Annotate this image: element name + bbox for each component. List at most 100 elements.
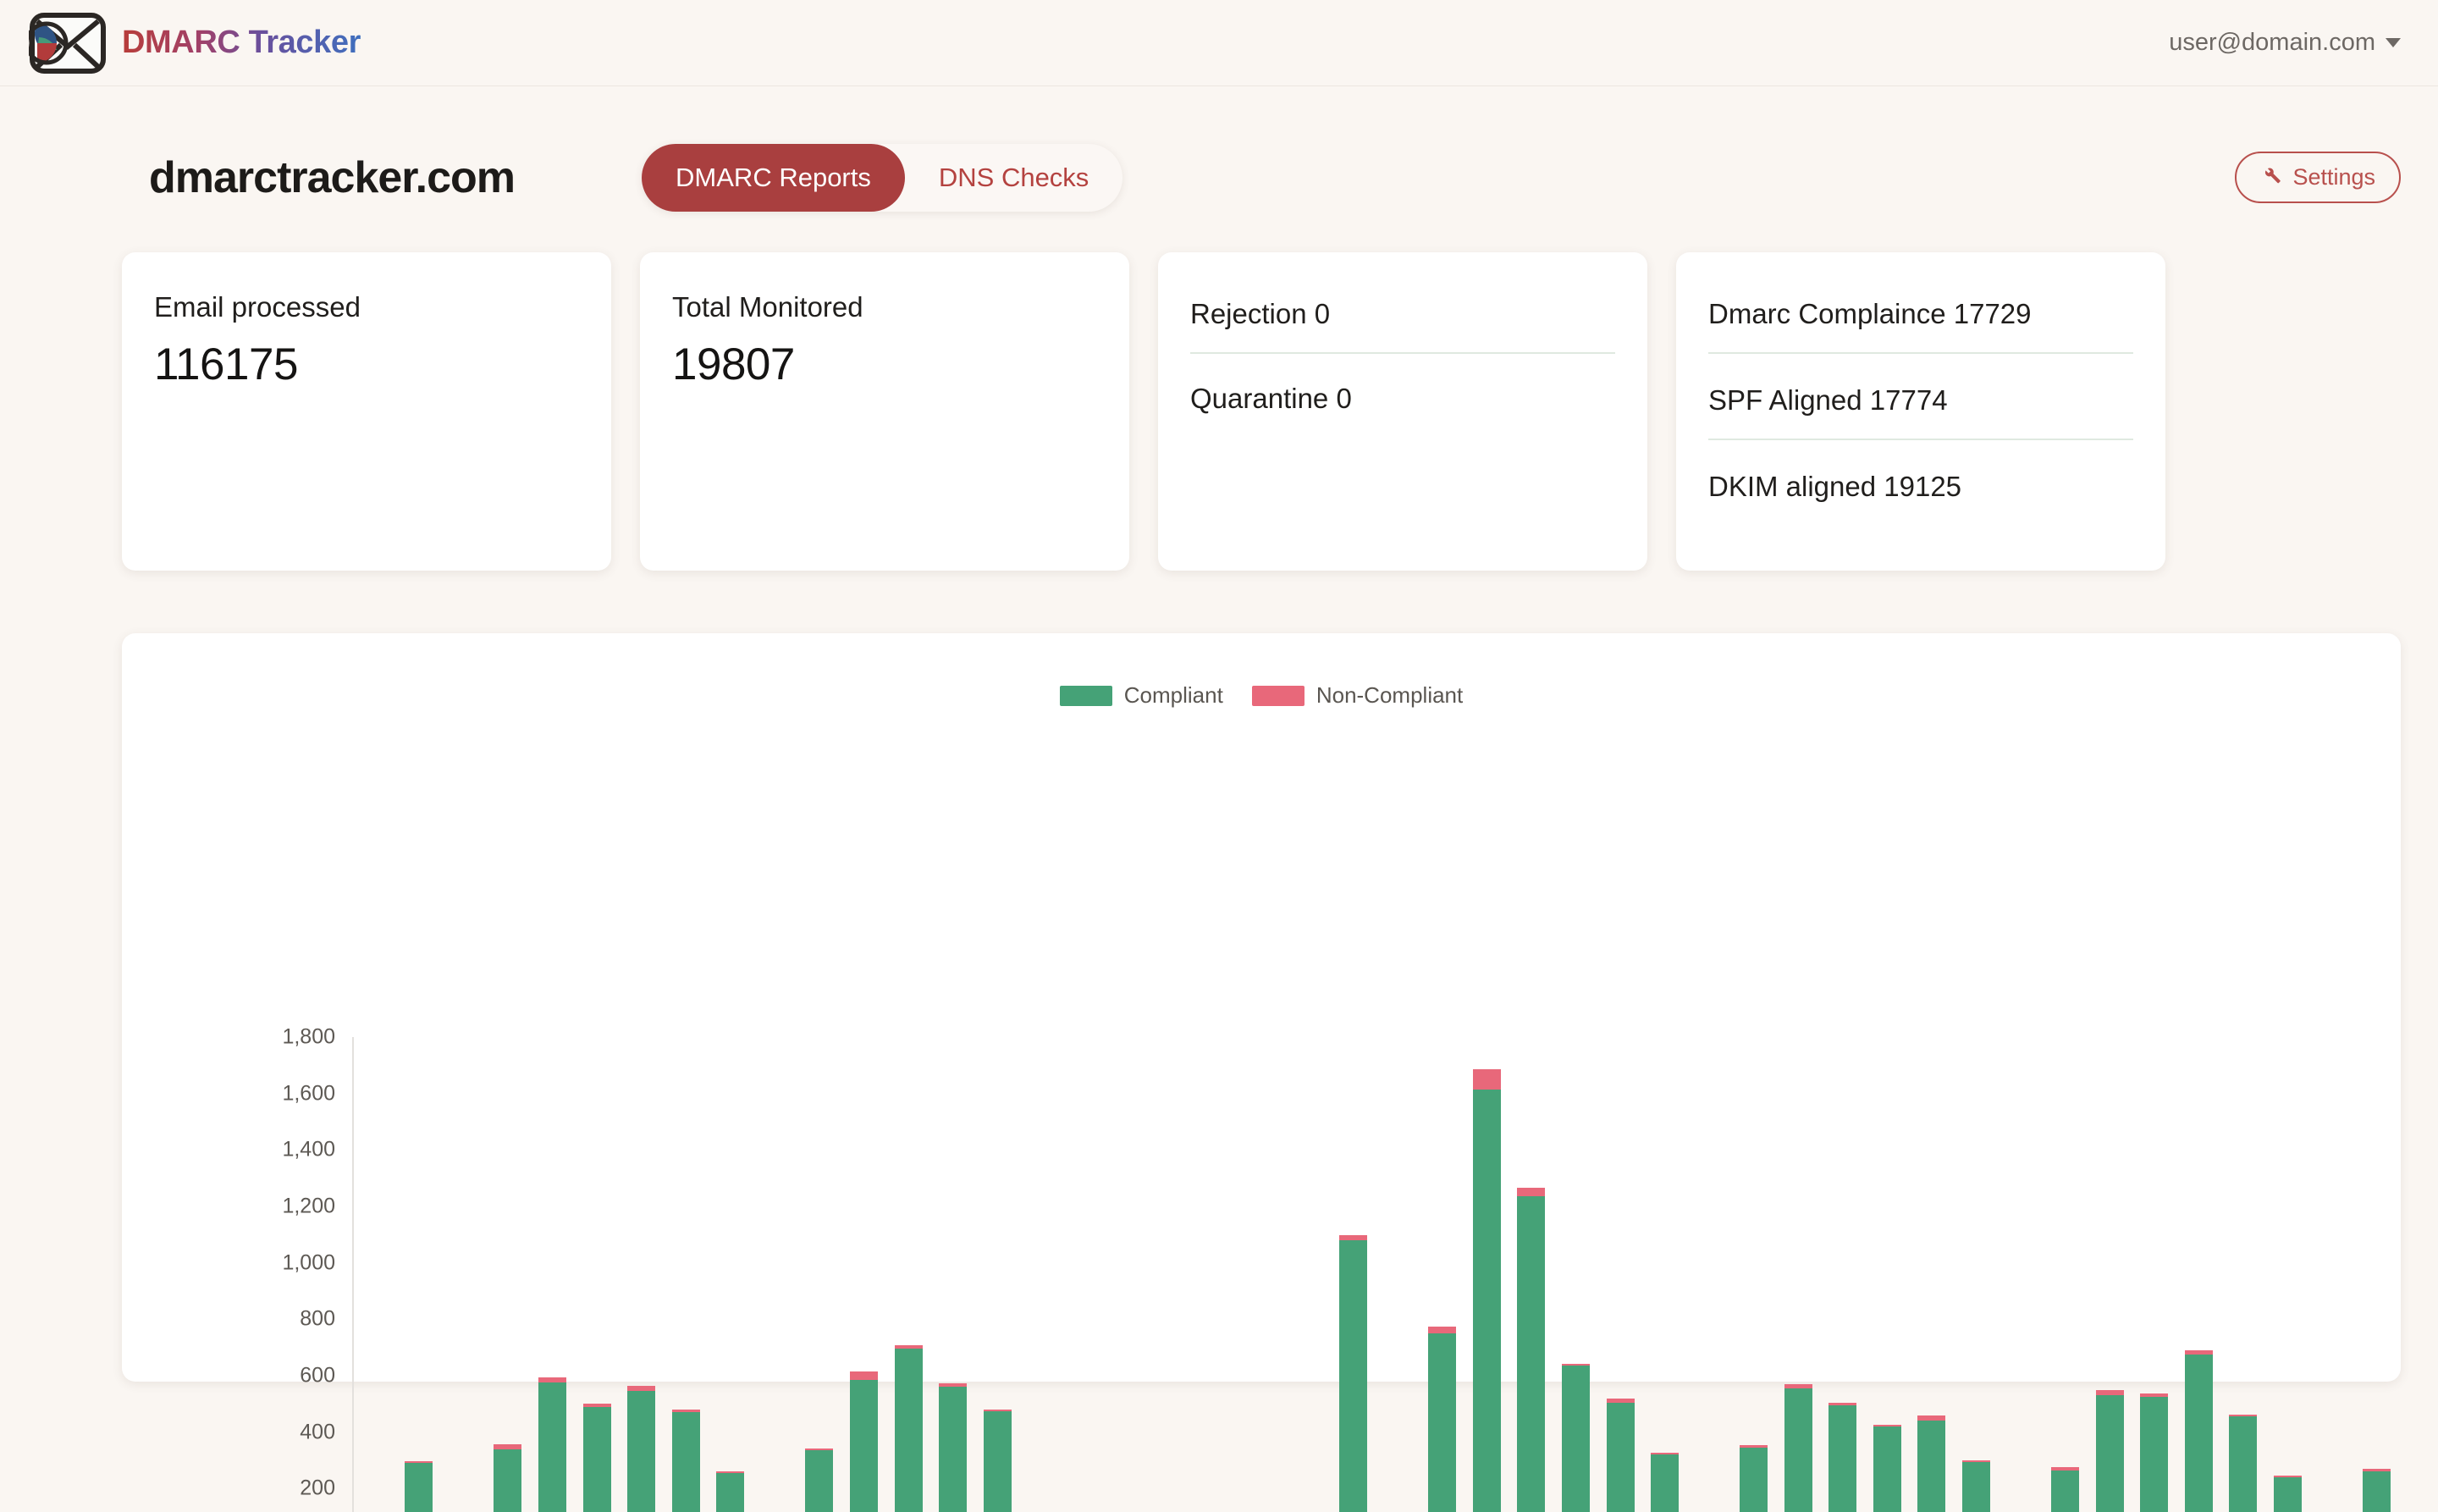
email-processed-label: Email processed — [154, 291, 361, 323]
bar-column[interactable] — [1687, 1037, 1732, 1512]
bar-stack — [627, 1386, 656, 1512]
bar-stack — [1828, 1402, 1857, 1512]
compliance-chart-panel: Compliant Non-Compliant 02004006008001,0… — [122, 633, 2401, 1512]
bar-column[interactable] — [2043, 1037, 2088, 1512]
bar-stack — [894, 1345, 923, 1512]
bar-segment-compliant — [983, 1410, 1012, 1512]
envelope-piechart-icon — [25, 12, 107, 74]
tab-dmarc-reports[interactable]: DMARC Reports — [642, 143, 905, 212]
bar-segment-compliant — [405, 1463, 433, 1512]
bar-column[interactable] — [1464, 1037, 1509, 1512]
bar-column[interactable] — [1019, 1037, 1064, 1512]
bar-column[interactable] — [1642, 1037, 1687, 1512]
bar-stack — [2273, 1476, 2302, 1512]
bar-column[interactable] — [1287, 1037, 1332, 1512]
bar-column[interactable] — [1509, 1037, 1554, 1512]
bar-column[interactable] — [930, 1037, 975, 1512]
bar-segment-compliant — [1917, 1421, 1946, 1512]
tab-dns-checks[interactable]: DNS Checks — [905, 144, 1122, 212]
brand[interactable]: DMARC Tracker — [25, 12, 361, 74]
policy-row-quarantine: Quarantine 0 — [1190, 383, 1352, 414]
bar-stack — [849, 1371, 878, 1512]
bar-segment-compliant — [1784, 1388, 1812, 1512]
bar-stack — [939, 1382, 968, 1512]
bar-column[interactable] — [1999, 1037, 2044, 1512]
bar-stack — [2363, 1469, 2391, 1512]
bar-column[interactable] — [1598, 1037, 1643, 1512]
bar-column[interactable] — [886, 1037, 931, 1512]
bar-column[interactable] — [1376, 1037, 1420, 1512]
stat-cards-row: Email processed 116175 Total Monitored 1… — [0, 222, 2438, 571]
bar-column[interactable] — [2310, 1037, 2355, 1512]
bar-column[interactable] — [486, 1037, 531, 1512]
brand-name: DMARC Tracker — [122, 25, 361, 60]
bar-column[interactable] — [797, 1037, 842, 1512]
bar-column[interactable] — [2132, 1037, 2177, 1512]
bar-column[interactable] — [2088, 1037, 2132, 1512]
policy-row-rejection: Rejection 0 — [1190, 298, 1615, 354]
user-menu[interactable]: user@domain.com — [2169, 29, 2401, 57]
bar-column[interactable] — [709, 1037, 753, 1512]
bar-column[interactable] — [1064, 1037, 1109, 1512]
bar-segment-compliant — [494, 1449, 522, 1512]
bar-stack — [2095, 1390, 2124, 1512]
y-tick-label: 1,400 — [282, 1137, 335, 1162]
bar-column[interactable] — [2265, 1037, 2310, 1512]
bar-stack — [2184, 1349, 2213, 1512]
bar-segment-compliant — [2363, 1471, 2391, 1512]
bar-column[interactable] — [1109, 1037, 1154, 1512]
bar-column[interactable] — [753, 1037, 797, 1512]
bar-segment-compliant — [1517, 1196, 1546, 1512]
bar-stack — [2229, 1415, 2258, 1512]
bar-column[interactable] — [1865, 1037, 1910, 1512]
bar-column[interactable] — [1731, 1037, 1776, 1512]
bar-column[interactable] — [1821, 1037, 1866, 1512]
bar-stack — [1740, 1445, 1768, 1512]
bar-column[interactable] — [352, 1037, 397, 1512]
bar-column[interactable] — [2176, 1037, 2221, 1512]
total-monitored-label: Total Monitored — [672, 291, 863, 323]
bar-column[interactable] — [575, 1037, 620, 1512]
bar-column[interactable] — [1420, 1037, 1465, 1512]
bar-column[interactable] — [1910, 1037, 1955, 1512]
bar-segment-non-compliant — [1472, 1069, 1501, 1090]
bar-segment-compliant — [939, 1387, 968, 1512]
bar-segment-compliant — [2273, 1477, 2302, 1512]
bar-stack — [2140, 1393, 2169, 1512]
y-tick-label: 1,600 — [282, 1081, 335, 1106]
bar-column[interactable] — [975, 1037, 1020, 1512]
bar-column[interactable] — [664, 1037, 709, 1512]
bar-segment-compliant — [1651, 1454, 1680, 1512]
bar-column[interactable] — [2221, 1037, 2266, 1512]
bar-stack — [1428, 1326, 1457, 1512]
bar-column[interactable] — [1198, 1037, 1243, 1512]
bar-column[interactable] — [441, 1037, 486, 1512]
bar-column[interactable] — [619, 1037, 664, 1512]
bar-column[interactable] — [1331, 1037, 1376, 1512]
bar-series-group — [352, 1037, 2399, 1512]
y-tick-label: 1,800 — [282, 1024, 335, 1049]
chart-plot-area: 02004006008001,0001,2001,4001,6001,800 2… — [122, 633, 2401, 1512]
bar-column[interactable] — [397, 1037, 442, 1512]
bar-column[interactable] — [1553, 1037, 1598, 1512]
bar-segment-compliant — [716, 1473, 745, 1512]
bar-column[interactable] — [530, 1037, 575, 1512]
bar-segment-compliant — [671, 1412, 700, 1512]
bar-stack — [405, 1461, 433, 1512]
bar-stack — [1651, 1453, 1680, 1512]
settings-button[interactable]: Settings — [2235, 152, 2401, 203]
bar-column[interactable] — [841, 1037, 886, 1512]
bar-column[interactable] — [1776, 1037, 1821, 1512]
total-monitored-value: 19807 — [672, 339, 795, 389]
settings-button-label: Settings — [2292, 164, 2375, 190]
alignment-row-dmarc-compliance: Dmarc Complaince 17729 — [1708, 298, 2133, 354]
bar-stack — [494, 1443, 522, 1512]
bar-column[interactable] — [2354, 1037, 2399, 1512]
alignment-row-dkim-aligned: DKIM aligned 19125 — [1708, 471, 1962, 502]
bar-segment-compliant — [2095, 1395, 2124, 1512]
bar-column[interactable] — [1153, 1037, 1198, 1512]
y-tick-label: 1,200 — [282, 1194, 335, 1218]
bar-column[interactable] — [1242, 1037, 1287, 1512]
bar-column[interactable] — [1954, 1037, 1999, 1512]
bar-stack — [1962, 1460, 1991, 1512]
